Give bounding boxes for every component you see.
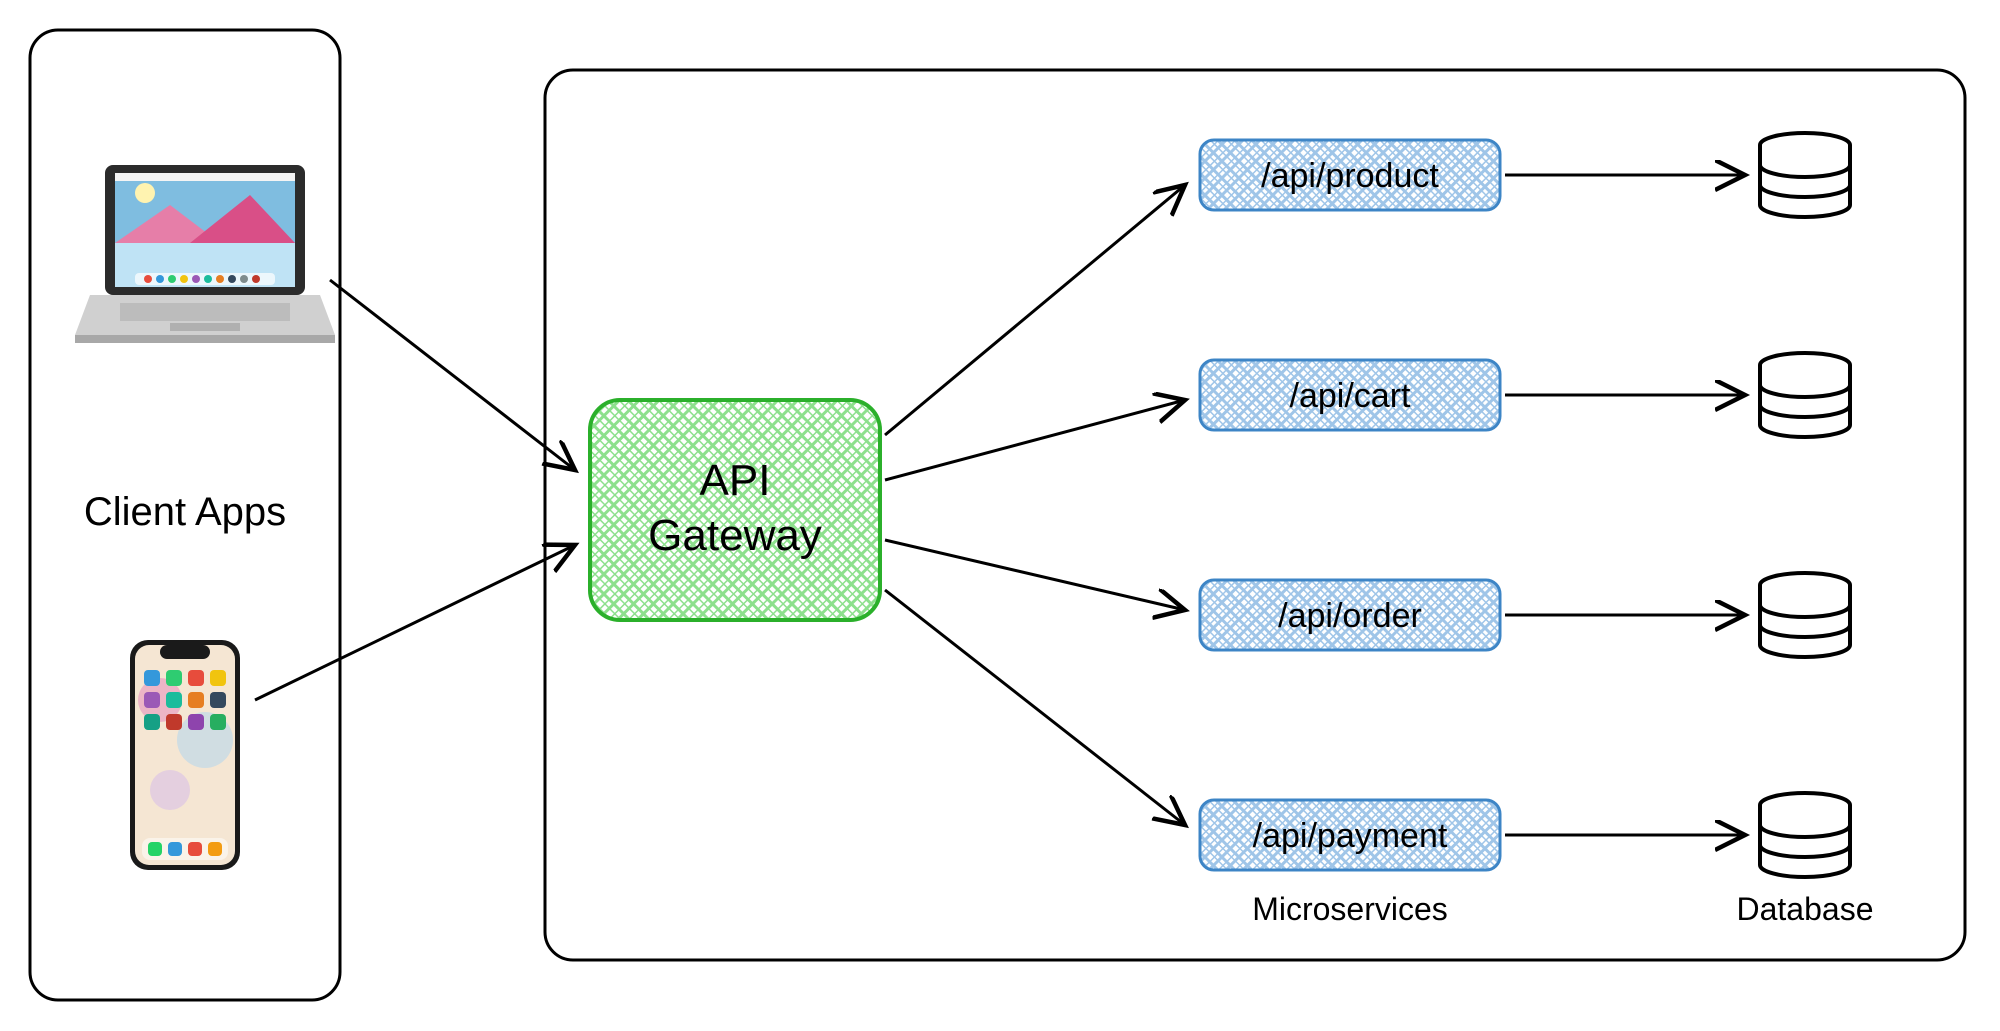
api-gateway-label-2: Gateway [648,511,822,560]
service-product: /api/product [1200,140,1500,210]
microservices-label: Microservices [1252,891,1448,927]
service-cart: /api/cart [1200,360,1500,430]
client-apps-label: Client Apps [84,490,286,534]
service-payment: /api/payment [1200,800,1500,870]
database-icon [1760,793,1850,877]
database-icon [1760,133,1850,217]
service-label: /api/order [1278,597,1422,635]
database-icon [1760,573,1850,657]
service-order: /api/order [1200,580,1500,650]
api-gateway-label-1: API [700,456,771,505]
service-label: /api/cart [1290,377,1411,415]
phone-icon [130,640,240,870]
api-gateway-node: API Gateway [590,400,880,620]
database-label: Database [1737,891,1874,927]
arrow-gateway-payment [885,590,1185,825]
arrow-laptop-gateway [330,280,575,470]
laptop-icon [75,165,335,343]
architecture-diagram: Client Apps [0,0,2000,1031]
arrow-gateway-cart [885,400,1185,480]
service-label: /api/product [1261,157,1439,195]
arrow-gateway-order [885,540,1185,610]
arrow-gateway-product [885,185,1185,435]
arrow-phone-gateway [255,545,575,700]
service-label: /api/payment [1253,817,1448,855]
database-icon [1760,353,1850,437]
